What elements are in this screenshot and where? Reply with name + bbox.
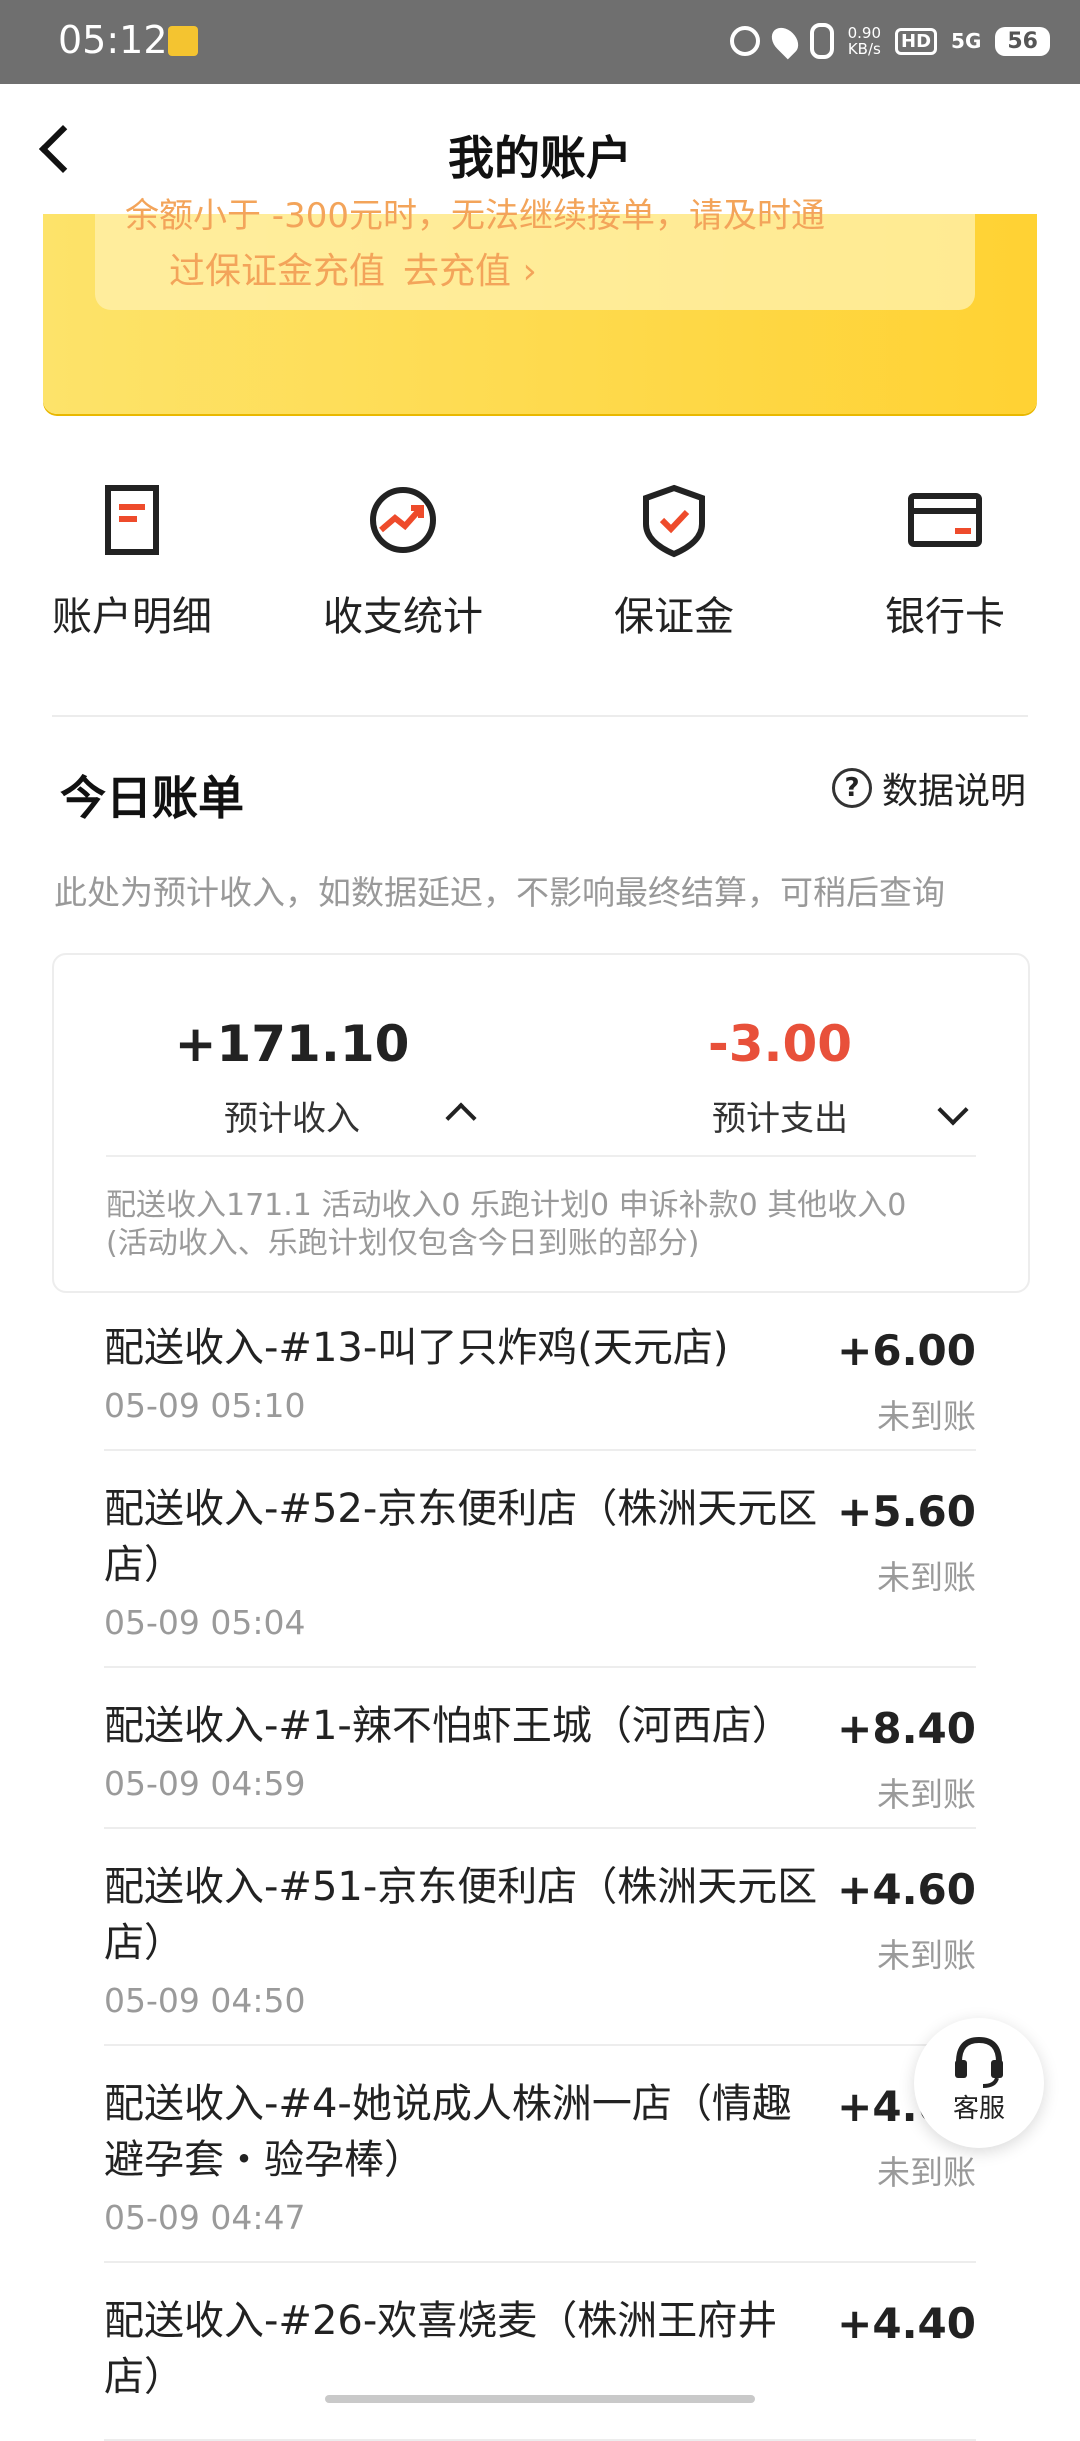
status-icons: 0.90 KB/s HD 5G 56 <box>729 18 1050 64</box>
shortcut-label: 保证金 <box>614 594 734 640</box>
record-status: 未到账 <box>877 1936 976 1975</box>
notice-text-top: 余额小于 -300元时，无法继续接单，请及时通 <box>125 196 825 236</box>
record-status: 未到账 <box>877 1775 976 1814</box>
income-record-list: 配送收入-#13-叫了只炸鸡(天元店) 05-09 05:10 +6.00 未到… <box>104 1290 976 2441</box>
record-time: 05-09 05:04 <box>104 1603 306 1642</box>
home-indicator[interactable] <box>325 2395 755 2403</box>
record-title: 配送收入-#4-她说成人株洲一店（情趣避孕套・验孕棒） <box>104 2081 792 2183</box>
record-title: 配送收入-#1-辣不怕虾王城（河西店） <box>104 1703 792 1749</box>
customer-service-button[interactable]: 客服 <box>914 2018 1044 2148</box>
customer-service-label: 客服 <box>952 2094 1005 2124</box>
location-icon <box>766 22 803 60</box>
bank-card-icon <box>908 493 982 547</box>
alarm-icon <box>729 26 760 56</box>
status-bar: 05:12 0.90 KB/s HD 5G 56 <box>0 0 1080 84</box>
record-title: 配送收入-#13-叫了只炸鸡(天元店) <box>104 1325 729 1371</box>
list-item[interactable]: 配送收入-#13-叫了只炸鸡(天元店) 05-09 05:10 +6.00 未到… <box>104 1290 976 1451</box>
expense-label: 预计支出 <box>712 1099 848 1139</box>
deposit-notice: 余额小于 -300元时，无法继续接单，请及时通 过保证金充值 去充值 › <box>95 196 975 310</box>
shortcut-stats[interactable]: 收支统计 <box>283 480 523 642</box>
page-title: 我的账户 <box>448 131 632 185</box>
divider <box>52 715 1028 717</box>
data-explain-link[interactable]: ? 数据说明 <box>831 762 1026 814</box>
shortcut-bank-card[interactable]: 银行卡 <box>825 480 1065 642</box>
shortcut-label: 银行卡 <box>885 594 1005 640</box>
shortcut-grid: 账户明细 收支统计 保证金 银行卡 <box>0 480 1080 660</box>
shortcut-label: 账户明细 <box>52 594 212 640</box>
list-item[interactable]: 配送收入-#4-她说成人株洲一店（情趣避孕套・验孕棒） 05-09 04:47 … <box>104 2046 976 2263</box>
divider <box>106 1155 976 1157</box>
record-time: 05-09 04:50 <box>104 1981 306 2020</box>
record-title: 配送收入-#26-欢喜烧麦（株洲王府井店） <box>104 2298 778 2400</box>
section-title: 今日账单 <box>60 771 244 825</box>
status-time: 05:12 <box>58 18 168 62</box>
network-speed: 0.90 KB/s <box>847 24 882 58</box>
income-label: 预计收入 <box>224 1099 360 1139</box>
income-value: +171.10 <box>174 1015 410 1073</box>
bill-note: 此处为预计收入，如数据延迟，不影响最终结算，可稍后查询 <box>54 873 945 912</box>
document-icon <box>105 485 159 555</box>
app-notification-icon <box>168 26 198 56</box>
record-status: 未到账 <box>877 2153 976 2192</box>
expense-value: -3.00 <box>707 1015 853 1073</box>
income-summary: +171.10 预计收入 <box>92 1015 492 1140</box>
notice-text: 过保证金充值 去充值 › <box>169 251 537 292</box>
mic-icon <box>809 23 834 59</box>
list-item[interactable]: 配送收入-#26-欢喜烧麦（株洲王府井店） +4.40 <box>104 2263 976 2441</box>
record-title: 配送收入-#52-京东便利店（株洲天元区店） <box>104 1486 818 1588</box>
balance-banner: 余额小于 -300元时，无法继续接单，请及时通 过保证金充值 去充值 › <box>43 196 1037 414</box>
bill-summary-card: +171.10 预计收入 -3.00 预计支出 配送收入171.1 活动收入0 … <box>52 953 1030 1293</box>
record-time: 05-09 04:59 <box>104 1764 306 1803</box>
list-item[interactable]: 配送收入-#1-辣不怕虾王城（河西店） 05-09 04:59 +8.40 未到… <box>104 1668 976 1829</box>
shortcut-account-detail[interactable]: 账户明细 <box>12 480 252 642</box>
record-amount: +4.60 <box>837 1865 976 1914</box>
shield-check-icon <box>643 484 705 558</box>
record-amount: +5.60 <box>837 1487 976 1536</box>
shortcut-deposit[interactable]: 保证金 <box>554 480 794 642</box>
record-title: 配送收入-#51-京东便利店（株洲天元区店） <box>104 1864 818 1966</box>
list-item[interactable]: 配送收入-#51-京东便利店（株洲天元区店） 05-09 04:50 +4.60… <box>104 1829 976 2046</box>
record-status: 未到账 <box>877 1558 976 1597</box>
record-time: 05-09 04:47 <box>104 2198 306 2237</box>
battery-icon: 56 <box>995 26 1050 56</box>
headset-icon <box>955 2036 1003 2088</box>
data-explain-label: 数据说明 <box>881 771 1026 812</box>
signal-icon: 5G <box>951 29 982 53</box>
expense-summary: -3.00 预计支出 <box>580 1015 980 1140</box>
shortcut-label: 收支统计 <box>323 594 483 640</box>
trend-icon <box>370 487 436 553</box>
question-icon: ? <box>831 768 872 808</box>
hd-icon: HD <box>895 27 938 55</box>
recharge-link[interactable]: 去充值 › <box>403 251 537 292</box>
record-amount: +6.00 <box>837 1326 976 1375</box>
record-time: 05-09 05:10 <box>104 1386 306 1425</box>
income-breakdown: 配送收入171.1 活动收入0 乐跑计划0 申诉补款0 其他收入0 (活动收入、… <box>106 1188 907 1261</box>
record-amount: +4.40 <box>837 2299 976 2348</box>
record-amount: +8.40 <box>837 1704 976 1753</box>
list-item[interactable]: 配送收入-#52-京东便利店（株洲天元区店） 05-09 05:04 +5.60… <box>104 1451 976 1668</box>
record-status: 未到账 <box>877 1397 976 1436</box>
